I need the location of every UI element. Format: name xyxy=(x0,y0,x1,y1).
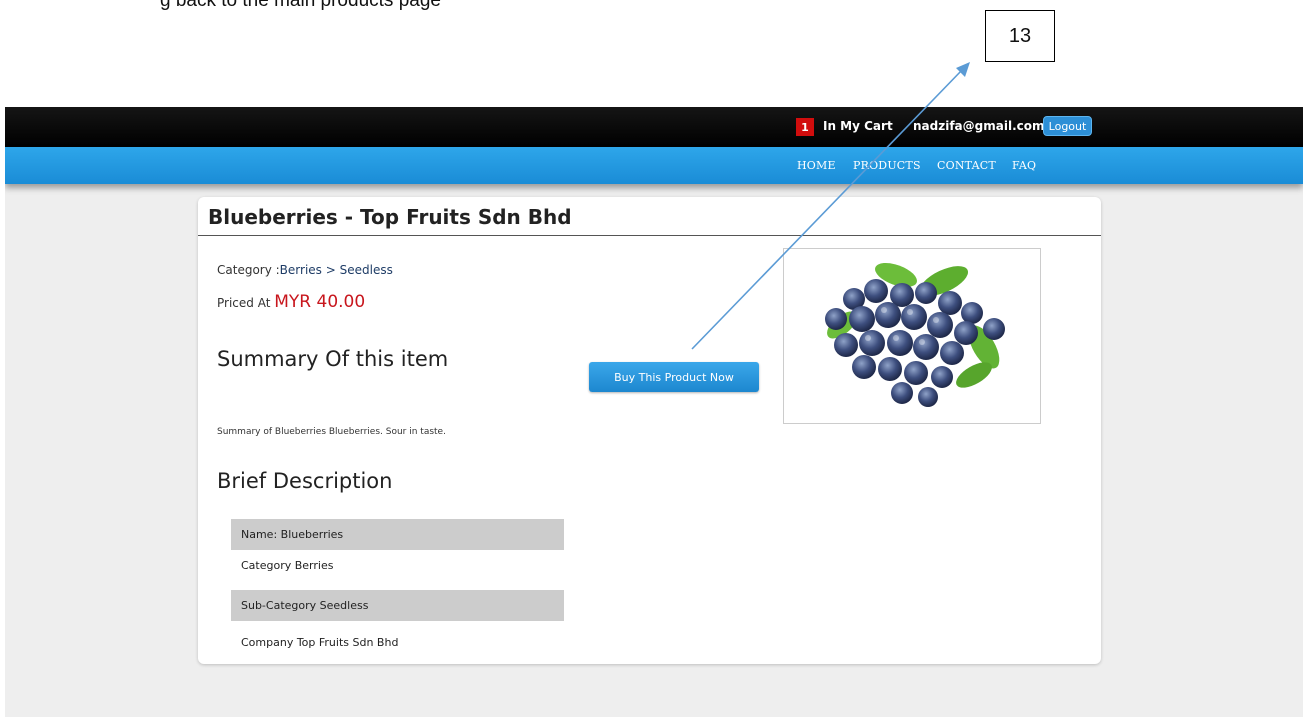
nav-faq[interactable]: FAQ xyxy=(1012,159,1036,172)
nav-contact[interactable]: CONTACT xyxy=(937,159,996,172)
subcategory-link[interactable]: Seedless xyxy=(340,263,393,277)
product-detail-card: Blueberries - Top Fruits Sdn Bhd Categor… xyxy=(198,197,1101,664)
price-prefix: Priced At xyxy=(217,296,275,310)
brief-row-subcategory: Sub-Category Seedless xyxy=(231,590,564,621)
summary-text: Summary of Blueberries Blueberries. Sour… xyxy=(217,427,446,437)
price-line: Priced At MYR 40.00 xyxy=(217,292,365,312)
title-divider xyxy=(198,235,1101,236)
annotation-number: 13 xyxy=(1008,24,1032,47)
brief-row-company: Company Top Fruits Sdn Bhd xyxy=(241,636,399,649)
top-bar: 1 In My Cart nadzifa@gmail.com Logout xyxy=(5,107,1303,147)
price-value: MYR 40.00 xyxy=(274,292,366,312)
annotation-callout-box: 13 xyxy=(985,10,1055,62)
brief-description-heading: Brief Description xyxy=(217,469,393,493)
product-image xyxy=(783,248,1041,424)
cart-link[interactable]: In My Cart xyxy=(823,119,893,133)
category-link[interactable]: Berries xyxy=(280,263,322,277)
browser-screenshot: 1 In My Cart nadzifa@gmail.com Logout HO… xyxy=(5,107,1303,717)
document-caption: g back to the main products page xyxy=(160,0,441,11)
user-email: nadzifa@gmail.com xyxy=(913,119,1045,133)
cart-count-badge[interactable]: 1 xyxy=(796,118,814,136)
category-separator: > xyxy=(321,263,340,277)
summary-heading: Summary Of this item xyxy=(217,347,449,371)
category-prefix: Category : xyxy=(217,263,280,277)
page-title: Blueberries - Top Fruits Sdn Bhd xyxy=(208,205,572,229)
brief-row-name: Name: Blueberries xyxy=(231,519,564,550)
nav-home[interactable]: HOME xyxy=(797,159,836,172)
category-line: Category :Berries > Seedless xyxy=(217,263,393,277)
logout-button[interactable]: Logout xyxy=(1043,116,1092,136)
nav-products[interactable]: PRODUCTS xyxy=(853,159,921,172)
brief-row-category: Category Berries xyxy=(241,559,334,572)
buy-product-button[interactable]: Buy This Product Now xyxy=(589,362,759,392)
blueberries-image xyxy=(825,262,1005,407)
main-nav: HOME PRODUCTS CONTACT FAQ xyxy=(5,147,1303,184)
